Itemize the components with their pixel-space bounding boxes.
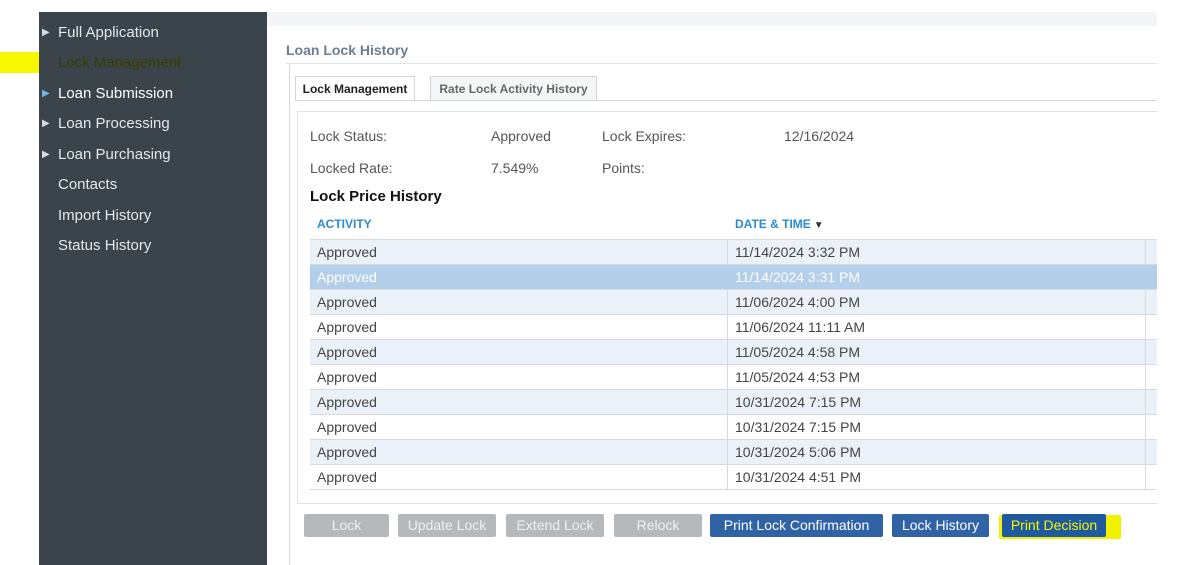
chevron-right-icon: ▶	[42, 149, 50, 160]
sidebar-item-lock-management[interactable]: Lock Management	[39, 49, 267, 77]
sidebar-item-label: Loan Submission	[58, 85, 174, 102]
column-header-activity[interactable]: ACTIVITY	[317, 217, 372, 231]
lock-expires-value: 12/16/2024	[784, 128, 855, 144]
cell-divider	[727, 415, 728, 439]
table-row[interactable]: Approved 11/05/2024 4:58 PM	[310, 340, 1157, 365]
activity-cell: Approved	[317, 244, 377, 260]
table-row[interactable]: Approved 11/14/2024 3:31 PM	[310, 265, 1157, 290]
datetime-cell: 10/31/2024 7:15 PM	[735, 419, 862, 435]
sidebar: ▶ Full Application Lock Management ▶ Loa…	[39, 12, 267, 565]
datetime-cell: 10/31/2024 5:06 PM	[735, 444, 862, 460]
cell-divider	[1145, 315, 1146, 339]
datetime-cell: 10/31/2024 4:51 PM	[735, 469, 862, 485]
locked-rate-value: 7.549%	[491, 160, 539, 176]
lock-history-button[interactable]: Lock History	[892, 514, 989, 537]
extend-lock-button[interactable]: Extend Lock	[506, 514, 604, 537]
divider	[286, 63, 1157, 64]
activity-cell: Approved	[317, 294, 377, 310]
sidebar-item-status-history[interactable]: Status History	[39, 232, 267, 260]
tab-rate-lock-activity-history[interactable]: Rate Lock Activity History	[430, 76, 597, 101]
sidebar-item-label: Status History	[58, 237, 152, 254]
table-row[interactable]: Approved 11/06/2024 4:00 PM	[310, 290, 1157, 315]
locked-rate-label: Locked Rate:	[310, 160, 393, 176]
cell-divider	[1145, 365, 1146, 389]
cell-divider	[727, 290, 728, 314]
datetime-cell: 11/06/2024 11:11 AM	[735, 319, 865, 335]
cell-divider	[727, 315, 728, 339]
sidebar-item-label: Contacts	[58, 176, 118, 193]
sidebar-item-loan-purchasing[interactable]: ▶ Loan Purchasing	[39, 141, 267, 169]
datetime-cell: 10/31/2024 7:15 PM	[735, 394, 862, 410]
sort-down-icon: ▼	[813, 220, 824, 231]
cell-divider	[727, 465, 728, 489]
cell-divider	[1145, 290, 1146, 314]
points-label: Points:	[602, 160, 645, 176]
cell-divider	[727, 340, 728, 364]
sidebar-item-label: Loan Purchasing	[58, 146, 171, 163]
cell-divider	[727, 240, 728, 264]
cell-divider	[727, 365, 728, 389]
column-header-label: DATE & TIME	[735, 217, 811, 231]
cell-divider	[1145, 440, 1146, 464]
cell-divider	[1145, 465, 1146, 489]
sidebar-item-loan-submission[interactable]: ▶ Loan Submission	[39, 80, 267, 108]
sidebar-item-label: Full Application	[58, 24, 159, 41]
activity-cell: Approved	[317, 319, 377, 335]
table-row[interactable]: Approved 10/31/2024 7:15 PM	[310, 390, 1157, 415]
chevron-right-icon: ▶	[42, 88, 50, 99]
print-lock-confirmation-button[interactable]: Print Lock Confirmation	[710, 514, 883, 537]
print-decision-button[interactable]: Print Decision	[1002, 514, 1106, 537]
sidebar-item-contacts[interactable]: Contacts	[39, 171, 267, 199]
relock-button[interactable]: Relock	[614, 514, 702, 537]
cell-divider	[1145, 390, 1146, 414]
lock-status-label: Lock Status:	[310, 128, 388, 144]
sidebar-item-label: Lock Management	[58, 54, 182, 71]
lock-button[interactable]: Lock	[304, 514, 389, 537]
chevron-right-icon: ▶	[42, 27, 50, 38]
activity-cell: Approved	[317, 369, 377, 385]
column-header-date-time[interactable]: DATE & TIME ▼	[735, 217, 824, 231]
update-lock-button[interactable]: Update Lock	[398, 514, 496, 537]
sidebar-item-label: Import History	[58, 207, 152, 224]
sidebar-item-import-history[interactable]: Import History	[39, 202, 267, 230]
lock-status-value: Approved	[491, 128, 551, 144]
activity-cell: Approved	[317, 394, 377, 410]
activity-cell: Approved	[317, 419, 377, 435]
datetime-cell: 11/06/2024 4:00 PM	[735, 294, 861, 310]
sidebar-item-loan-processing[interactable]: ▶ Loan Processing	[39, 110, 267, 138]
sidebar-item-label: Loan Processing	[58, 115, 170, 132]
page-title: Loan Lock History	[286, 42, 409, 58]
main-content: Loan Lock History Lock Management Rate L…	[267, 12, 1158, 565]
table-row[interactable]: Approved 11/14/2024 3:32 PM	[310, 240, 1157, 265]
tab-lock-management[interactable]: Lock Management	[295, 76, 415, 101]
datetime-cell: 11/05/2024 4:58 PM	[735, 344, 861, 360]
table-row[interactable]: Approved 10/31/2024 7:15 PM	[310, 415, 1157, 440]
cell-divider	[727, 440, 728, 464]
cell-divider	[1145, 240, 1146, 264]
activity-cell: Approved	[317, 344, 377, 360]
table-row[interactable]: Approved 11/05/2024 4:53 PM	[310, 365, 1157, 390]
sidebar-item-full-application[interactable]: ▶ Full Application	[39, 19, 267, 47]
activity-cell: Approved	[317, 444, 377, 460]
section-title: Lock Price History	[310, 188, 442, 205]
cell-divider	[1145, 340, 1146, 364]
divider	[295, 100, 1157, 101]
chevron-right-icon: ▶	[42, 118, 50, 129]
table-row[interactable]: Approved 10/31/2024 4:51 PM	[310, 465, 1157, 490]
activity-cell: Approved	[317, 469, 377, 485]
divider	[289, 64, 290, 565]
datetime-cell: 11/14/2024 3:32 PM	[735, 244, 861, 260]
lock-expires-label: Lock Expires:	[602, 128, 687, 144]
table-row[interactable]: Approved 10/31/2024 5:06 PM	[310, 440, 1157, 465]
datetime-cell: 11/05/2024 4:53 PM	[735, 369, 861, 385]
cell-divider	[727, 390, 728, 414]
top-bar	[267, 12, 1157, 26]
activity-cell: Approved	[317, 269, 377, 285]
datetime-cell: 11/14/2024 3:31 PM	[735, 269, 861, 285]
table-row[interactable]: Approved 11/06/2024 11:11 AM	[310, 315, 1157, 340]
cell-divider	[1145, 415, 1146, 439]
